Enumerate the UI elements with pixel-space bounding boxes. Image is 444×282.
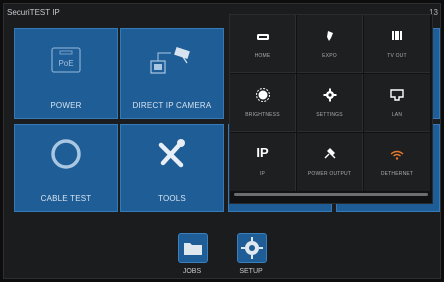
quick-lan[interactable]: LAN xyxy=(364,74,430,132)
quick-tv-out-label: TV OUT xyxy=(387,53,407,59)
quick-home[interactable]: HOME xyxy=(230,15,296,73)
tile-tools[interactable]: TOOLS xyxy=(120,124,224,212)
lan-icon xyxy=(390,88,404,106)
tools-icon xyxy=(155,137,189,176)
quick-wifi-label: DETHERNET xyxy=(380,171,414,177)
quick-tv-out[interactable]: TV OUT xyxy=(364,15,430,73)
poe-icon: PoE xyxy=(49,45,83,80)
gear-icon xyxy=(241,237,263,259)
quick-settings-label: SETTINGS xyxy=(316,112,343,118)
ip-text-icon: IP xyxy=(256,145,269,160)
quick-expo-label: EXPO xyxy=(322,53,337,59)
quick-home-label: HOME xyxy=(254,53,271,59)
tv-out-icon xyxy=(391,29,403,47)
jobs-label: JOBS xyxy=(182,268,202,275)
quick-power-output-label: POWER OUTPUT xyxy=(307,171,352,177)
panel-scrollbar[interactable] xyxy=(234,193,428,196)
tile-power[interactable]: PoE POWER xyxy=(14,28,118,119)
power-output-icon xyxy=(323,147,337,165)
ip-camera-icon xyxy=(147,45,197,84)
tile-tools-label: TOOLS xyxy=(158,194,186,203)
cable-coil-icon xyxy=(49,137,83,176)
expo-icon xyxy=(324,29,336,47)
quick-ip[interactable]: IP IP xyxy=(230,133,296,191)
jobs-button[interactable] xyxy=(178,233,208,263)
quick-brightness[interactable]: BRIGHTNESS xyxy=(230,74,296,132)
setup-button[interactable] xyxy=(237,233,267,263)
quick-settings-panel: HOME EXPO TV OUT BRIGHTNESS SETTINGS LAN… xyxy=(229,14,433,204)
tile-cable-test[interactable]: CABLE TEST xyxy=(14,124,118,212)
quick-power-output[interactable]: POWER OUTPUT xyxy=(297,133,363,191)
quick-brightness-label: BRIGHTNESS xyxy=(245,112,280,118)
brightness-icon xyxy=(255,88,270,107)
tile-power-label: POWER xyxy=(50,101,82,110)
folder-icon xyxy=(184,243,202,255)
setup-label: SETUP xyxy=(239,268,263,275)
tile-cable-test-label: CABLE TEST xyxy=(40,194,92,203)
app-title: SecuriTEST IP xyxy=(7,8,60,17)
quick-ip-label: IP xyxy=(259,171,266,177)
svg-text:PoE: PoE xyxy=(58,59,73,68)
quick-settings[interactable]: SETTINGS xyxy=(297,74,363,132)
home-icon xyxy=(256,29,270,47)
tile-direct-ip-camera[interactable]: DIRECT IP CAMERA xyxy=(120,28,224,119)
tile-direct-ip-camera-label: DIRECT IP CAMERA xyxy=(132,101,212,110)
quick-lan-label: LAN xyxy=(391,112,403,118)
quick-expo[interactable]: EXPO xyxy=(297,15,363,73)
settings-icon xyxy=(323,88,337,107)
wifi-icon xyxy=(390,147,404,165)
quick-wifi[interactable]: DETHERNET xyxy=(364,133,430,191)
